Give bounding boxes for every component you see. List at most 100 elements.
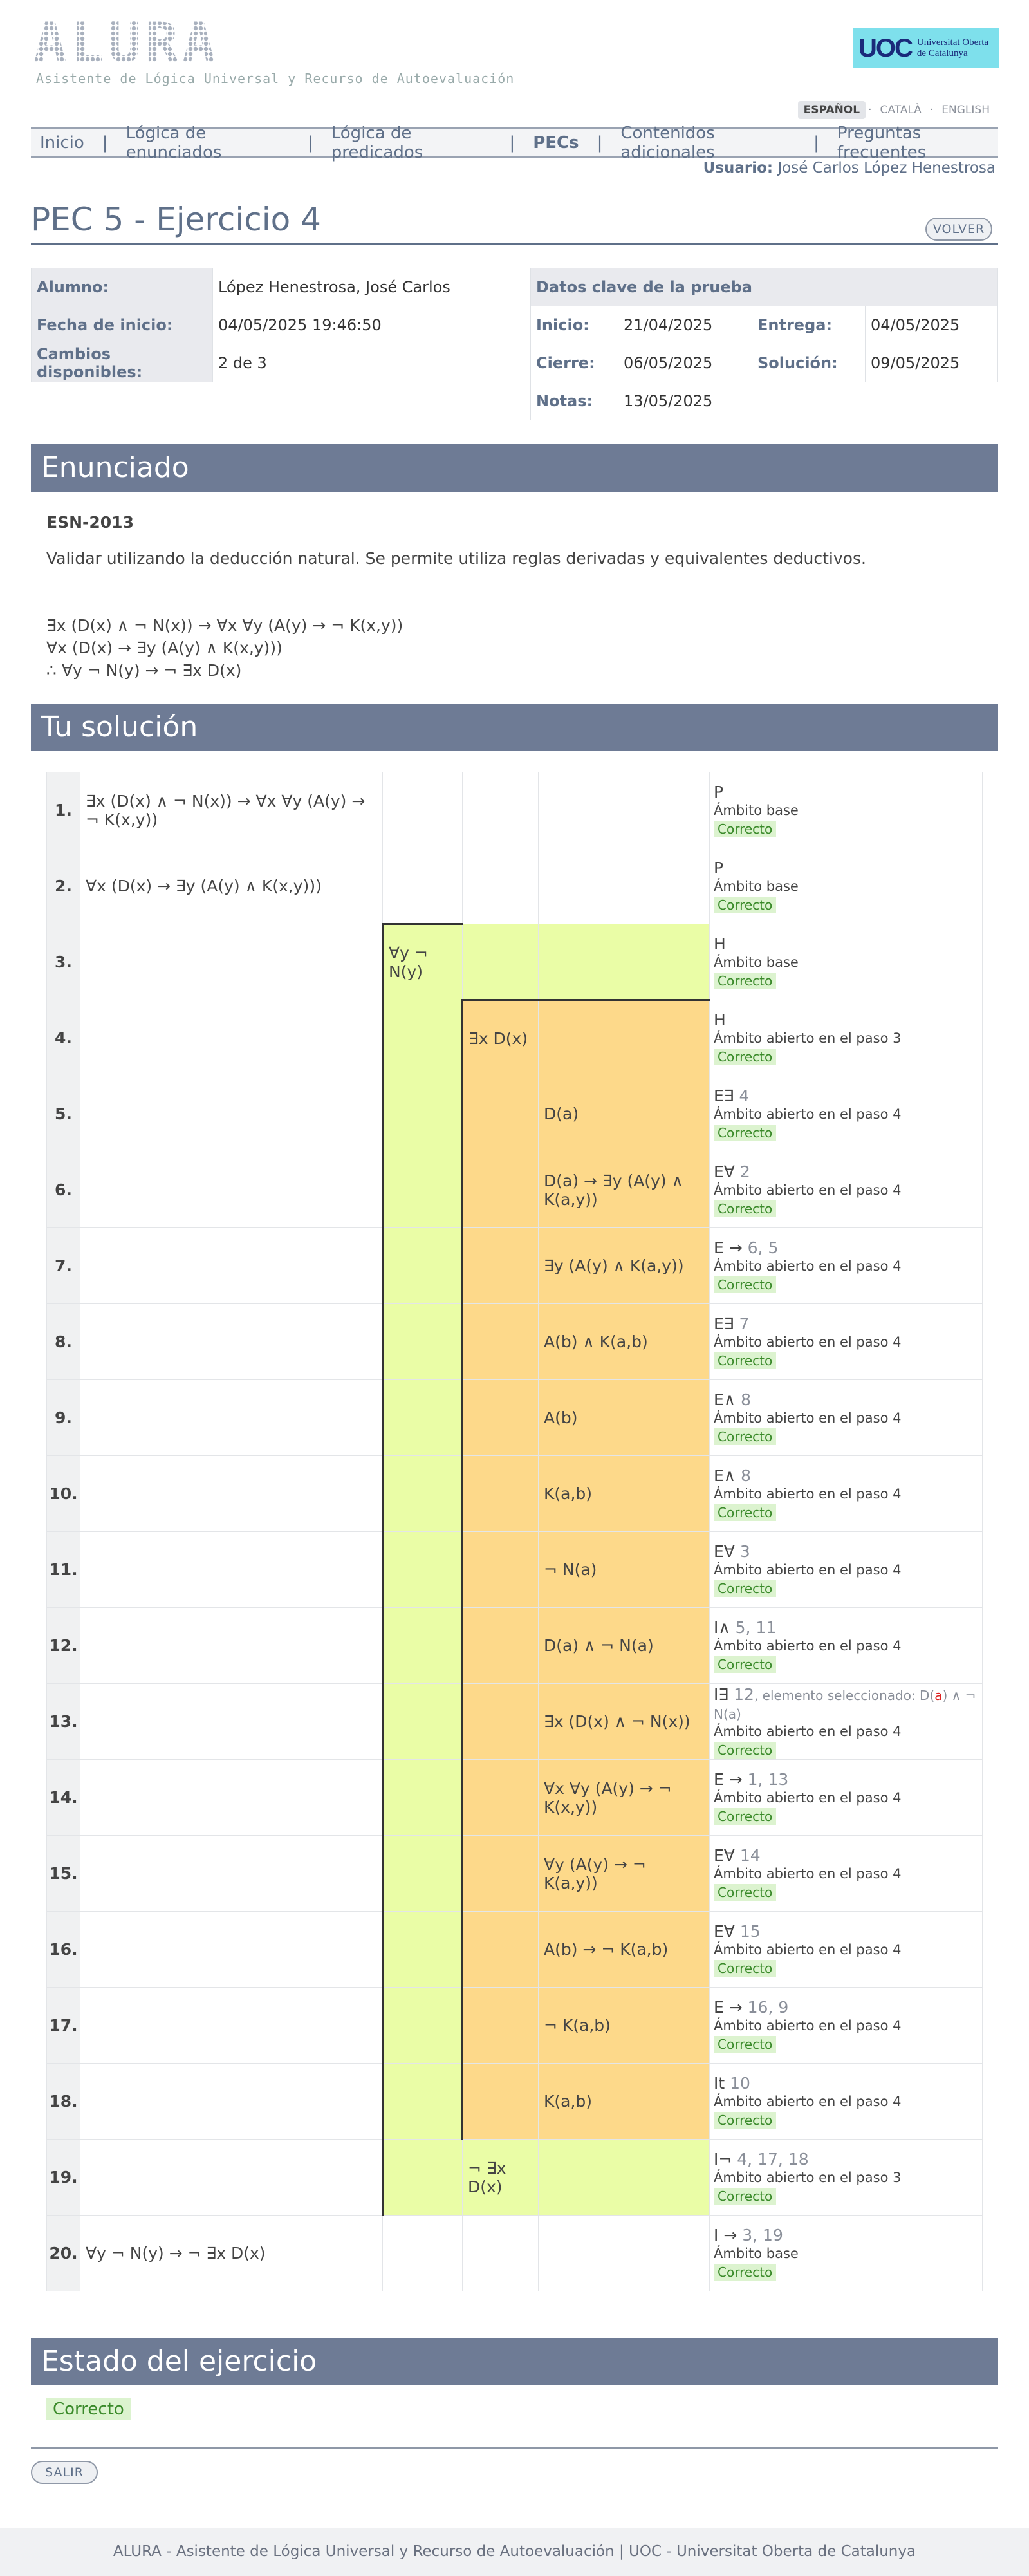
rule: E∧ 8: [714, 1390, 978, 1409]
rule-name: It: [714, 2074, 725, 2093]
formula-cell-level1: [382, 1000, 463, 1076]
formula-cell-level3: A(b): [538, 1379, 710, 1456]
step-scope: Ámbito base: [714, 803, 799, 818]
justification-cell: H Ámbito base Correcto: [709, 924, 983, 1000]
solution-row: 19. ¬ ∃x D(x) I¬ 4, 17, 18 Ámbito abierto e…: [46, 2139, 983, 2216]
formula-cell-level1: [382, 1152, 463, 1228]
solution-heading: Tu solución: [31, 704, 998, 751]
nav-inicio[interactable]: Inicio: [40, 133, 84, 153]
justification-cell: E∃ 4 Ámbito abierto en el paso 4 Correcto: [709, 1076, 983, 1152]
alura-logo[interactable]: ALURA: [33, 21, 297, 66]
nav-logica-enunciados[interactable]: Lógica de enunciados: [126, 124, 290, 162]
solution-row: 3. ∀y ¬ N(y) H Ámbito base Correcto: [46, 923, 983, 1000]
rule-name: E∃: [714, 1314, 734, 1333]
uoc-logo[interactable]: UOC Universitat Oberta de Catalunya: [853, 28, 999, 68]
formula-cell-level2: [461, 1076, 539, 1152]
rule-refs: 8: [741, 1390, 751, 1409]
rule: E∧ 8: [714, 1466, 978, 1485]
solution-row: 9. A(b) E∧ 8 Ámbito abierto en el paso 4 Cor…: [46, 1379, 983, 1456]
formula-cell-level2: [461, 1835, 539, 1912]
formula-cell-level1: [382, 2063, 463, 2140]
formula-cell-level3: [538, 999, 710, 1076]
justification-cell: E∧ 8 Ámbito abierto en el paso 4 Correcto: [709, 1455, 983, 1532]
formula-cell-level1: [382, 1759, 463, 1836]
formula-cell-base: [80, 1607, 383, 1684]
step-scope: Ámbito abierto en el paso 4: [714, 1562, 902, 1578]
step-formula: ∀y (A(y) → ¬ K(a,y)): [544, 1854, 646, 1892]
step-formula: K(a,b): [544, 2092, 593, 2111]
formula-cell-base: [80, 1759, 383, 1836]
lang-en[interactable]: ENGLISH: [936, 101, 996, 119]
status-badge: Correcto: [714, 973, 777, 989]
justification-cell: I → 3, 19 Ámbito base Correcto: [709, 2215, 983, 2291]
page-title: PEC 5 - Ejercicio 4: [31, 201, 321, 238]
nav-logica-predicados[interactable]: Lógica de predicados: [331, 124, 492, 162]
formula-cell-level3: D(a) ∧ ¬ N(a): [538, 1607, 710, 1684]
rule: E → 6, 5: [714, 1238, 978, 1257]
step-scope: Ámbito abierto en el paso 4: [714, 1106, 902, 1122]
entrega-value: 04/05/2025: [865, 306, 998, 344]
step-formula: ∃x (D(x) ∧ ¬ N(x)): [544, 1712, 691, 1731]
test-dates-table: Datos clave de la prueba Inicio: 21/04/20…: [530, 268, 998, 420]
nav-preguntas[interactable]: Preguntas frecuentes: [837, 124, 998, 162]
status-badge: Correcto: [714, 1884, 777, 1901]
cierre-label: Cierre:: [530, 344, 618, 382]
solucion-label: Solución:: [752, 344, 866, 382]
step-number: 6.: [46, 1152, 80, 1228]
status-badge: Correcto: [714, 1808, 777, 1825]
status-badge: Correcto: [714, 1580, 777, 1597]
status-badge: Correcto: [714, 1276, 777, 1293]
justification-cell: E → 1, 13 Ámbito abierto en el paso 4 Corr…: [709, 1759, 983, 1836]
formula-cell-level2: [462, 924, 539, 1000]
formula-cell-level2: [461, 2063, 539, 2140]
rule-name: E∀: [714, 1846, 735, 1865]
lang-ca[interactable]: CATALÀ: [875, 101, 927, 119]
rule-refs: 3, 19: [742, 2226, 783, 2245]
formula-cell-level1: [382, 772, 463, 848]
rule: E → 16, 9: [714, 1998, 978, 2017]
rule-refs: 10: [730, 2074, 750, 2093]
formula-cell-base: ∀y ¬ N(y) → ¬ ∃x D(x): [80, 2215, 383, 2291]
enunciado-heading: Enunciado: [31, 444, 998, 492]
main-nav: Inicio | Lógica de enunciados | Lógica de …: [31, 124, 998, 162]
salir-button[interactable]: SALIR: [31, 2461, 98, 2484]
premise-2: ∀x (D(x) → ∃y (A(y) ∧ K(x,y))): [46, 639, 283, 657]
logo-text: ALURA: [33, 21, 219, 66]
formula-cell-level1: [382, 2215, 463, 2291]
status-badge: Correcto: [714, 2112, 777, 2129]
solution-row: 14. ∀x ∀y (A(y) → ¬ K(x,y)) E → 1, 13 Ámbit…: [46, 1759, 983, 1836]
rule: E∀ 2: [714, 1162, 978, 1181]
nav-pecs[interactable]: PECs: [533, 133, 579, 153]
rule: I → 3, 19: [714, 2226, 978, 2245]
step-formula: ∃x D(x): [468, 1029, 528, 1048]
inicio-value: 21/04/2025: [618, 306, 752, 344]
rule-refs: 6, 5: [747, 1238, 779, 1257]
formula-cell-level2: [461, 1987, 539, 2064]
step-scope: Ámbito abierto en el paso 3: [714, 1031, 902, 1046]
formula-cell-base: [80, 1379, 383, 1456]
formula-cell-level3: [538, 772, 710, 848]
formula-cell-level3: ∀y (A(y) → ¬ K(a,y)): [538, 1835, 710, 1912]
volver-button[interactable]: VOLVER: [925, 218, 992, 241]
step-number: 5.: [46, 1076, 80, 1152]
step-number: 4.: [46, 1000, 80, 1076]
solution-table: 1. ∃x (D(x) ∧ ¬ N(x)) → ∀x ∀y (A(y) → ¬ K…: [46, 772, 983, 2291]
rule-refs: 12: [734, 1685, 754, 1704]
formula-cell-level2: [461, 1455, 539, 1532]
lang-es[interactable]: ESPAÑOL: [797, 101, 866, 119]
justification-cell: P Ámbito base Correcto: [709, 772, 983, 848]
solution-row: 12. D(a) ∧ ¬ N(a) I∧ 5, 11 Ámbito abierto e…: [46, 1607, 983, 1684]
justification-cell: I¬ 4, 17, 18 Ámbito abierto en el paso 3 C…: [709, 2139, 983, 2216]
rule-name: E →: [714, 1238, 743, 1257]
nav-contenidos[interactable]: Contenidos adicionales: [620, 124, 795, 162]
rule-refs: 3: [739, 1542, 750, 1561]
step-scope: Ámbito base: [714, 2246, 799, 2261]
step-number: 19.: [46, 2139, 80, 2216]
estado-badge: Correcto: [46, 2398, 131, 2420]
rule: E∀ 15: [714, 1922, 978, 1941]
formula-cell-level2: ∃x D(x): [461, 999, 539, 1076]
status-badge: Correcto: [714, 821, 777, 837]
step-scope: Ámbito abierto en el paso 4: [714, 1866, 902, 1881]
justification-cell: H Ámbito abierto en el paso 3 Correcto: [709, 1000, 983, 1076]
rule-name: I¬: [714, 2150, 732, 2169]
